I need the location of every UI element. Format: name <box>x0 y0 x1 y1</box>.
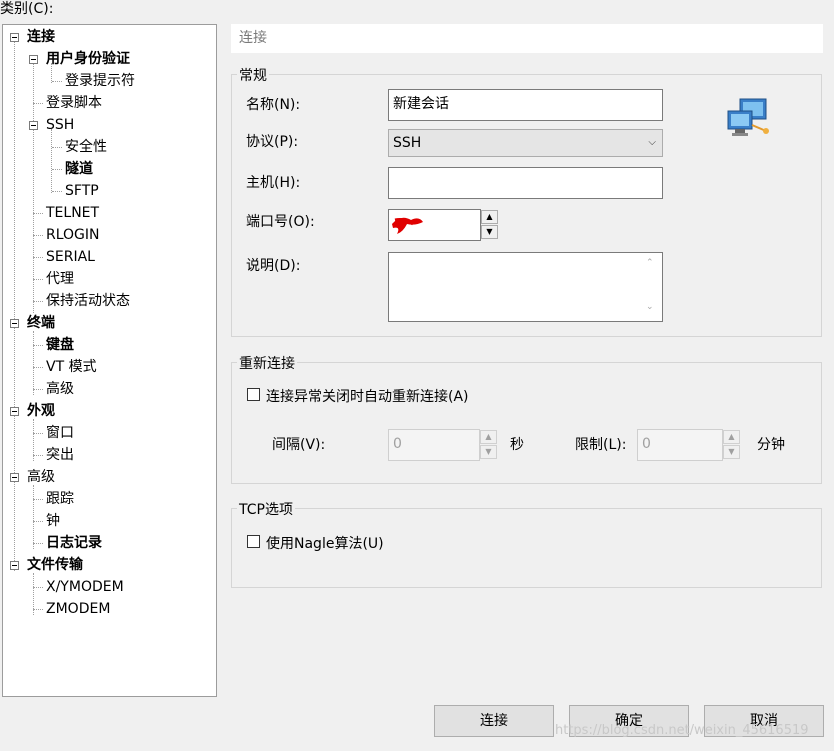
tree-item[interactable]: 跟踪 <box>46 489 74 509</box>
tree-item[interactable]: RLOGIN <box>46 225 100 245</box>
interval-up-button[interactable]: ▲ <box>480 430 497 444</box>
redaction-scribble <box>392 217 423 234</box>
tree-item[interactable]: 用户身份验证 <box>46 49 130 69</box>
tree-item[interactable]: 键盘 <box>46 335 74 355</box>
interval-unit: 秒 <box>510 437 524 453</box>
tree-item[interactable]: 文件传输 <box>27 555 83 575</box>
name-label: 名称(N): <box>246 97 301 113</box>
name-field[interactable]: 新建会话 <box>388 89 663 121</box>
category-label: 类别(C): <box>0 1 54 17</box>
tree-item[interactable]: SFTP <box>65 181 99 201</box>
port-up-button[interactable]: ▲ <box>481 210 498 224</box>
tree-item[interactable]: 隧道 <box>65 159 93 179</box>
host-field[interactable] <box>388 167 663 199</box>
port-label: 端口号(O): <box>246 214 315 230</box>
tree-item[interactable]: TELNET <box>46 203 99 223</box>
limit-field[interactable]: 0 <box>637 429 723 461</box>
collapse-toggle-icon[interactable] <box>10 561 19 570</box>
interval-down-button[interactable]: ▼ <box>480 445 497 459</box>
limit-down-button[interactable]: ▼ <box>723 445 740 459</box>
protocol-value: SSH <box>393 135 422 151</box>
tree-item[interactable]: 高级 <box>46 379 74 399</box>
limit-unit: 分钟 <box>757 437 785 453</box>
tree-item[interactable]: 终端 <box>27 313 55 333</box>
tree-item[interactable]: 窗口 <box>46 423 74 443</box>
nagle-label[interactable]: 使用Nagle算法(U) <box>266 533 384 553</box>
nagle-checkbox[interactable] <box>247 535 260 548</box>
limit-up-button[interactable]: ▲ <box>723 430 740 444</box>
tree-item[interactable]: 钟 <box>46 511 60 531</box>
watermark: https://blog.csdn.net/weixin_45616519 <box>555 723 809 738</box>
tree-item[interactable]: SERIAL <box>46 247 95 267</box>
connect-button[interactable]: 连接 <box>434 705 554 737</box>
tree-item[interactable]: 连接 <box>27 27 55 47</box>
reconnect-group <box>231 362 822 484</box>
interval-spinner[interactable]: ▲ ▼ <box>480 430 497 461</box>
host-label: 主机(H): <box>246 175 301 191</box>
category-tree[interactable]: 连接 用户身份验证 登录提示符 登录脚本 SSH 安全性 隧道 SFTP TELNET RLOGI… <box>2 24 217 697</box>
tree-item[interactable]: X/YMODEM <box>46 577 124 597</box>
tree-item[interactable]: 保持活动状态 <box>46 291 130 311</box>
auto-reconnect-checkbox[interactable] <box>247 388 260 401</box>
interval-label: 间隔(V): <box>272 437 326 453</box>
tree-item[interactable]: 安全性 <box>65 137 107 157</box>
scroll-up-icon[interactable]: ⌃ <box>646 258 654 268</box>
chevron-down-icon: ⌵ <box>648 137 656 148</box>
tree-item[interactable]: 登录提示符 <box>65 71 135 91</box>
limit-label: 限制(L): <box>575 437 627 453</box>
collapse-toggle-icon[interactable] <box>29 55 38 64</box>
collapse-toggle-icon[interactable] <box>10 319 19 328</box>
protocol-label: 协议(P): <box>246 134 299 150</box>
tree-item[interactable]: 外观 <box>27 401 55 421</box>
tcp-group-label: TCP选项 <box>237 499 295 519</box>
description-field[interactable] <box>388 252 663 322</box>
general-group-label: 常规 <box>237 65 269 85</box>
reconnect-group-label: 重新连接 <box>237 353 297 373</box>
description-label: 说明(D): <box>246 258 301 274</box>
interval-field[interactable]: 0 <box>388 429 480 461</box>
tree-item[interactable]: 日志记录 <box>46 533 102 553</box>
tree-item[interactable]: 登录脚本 <box>46 93 102 113</box>
computer-network-icon <box>727 98 769 136</box>
protocol-select[interactable]: SSH ⌵ <box>388 129 663 157</box>
page-title: 连接 <box>231 24 823 53</box>
port-field[interactable] <box>388 209 481 241</box>
collapse-toggle-icon[interactable] <box>10 407 19 416</box>
tree-item[interactable]: VT 模式 <box>46 357 97 377</box>
tree-item[interactable]: 突出 <box>46 445 74 465</box>
limit-spinner[interactable]: ▲ ▼ <box>723 430 740 461</box>
tree-item[interactable]: SSH <box>46 115 74 135</box>
collapse-toggle-icon[interactable] <box>10 33 19 42</box>
tree-item[interactable]: 高级 <box>27 467 55 487</box>
port-spinner[interactable]: ▲ ▼ <box>481 210 498 241</box>
collapse-toggle-icon[interactable] <box>29 121 38 130</box>
port-down-button[interactable]: ▼ <box>481 225 498 239</box>
scroll-down-icon[interactable]: ⌄ <box>646 302 654 312</box>
collapse-toggle-icon[interactable] <box>10 473 19 482</box>
auto-reconnect-label[interactable]: 连接异常关闭时自动重新连接(A) <box>266 386 469 406</box>
tree-item[interactable]: ZMODEM <box>46 599 110 619</box>
tree-item[interactable]: 代理 <box>46 269 74 289</box>
